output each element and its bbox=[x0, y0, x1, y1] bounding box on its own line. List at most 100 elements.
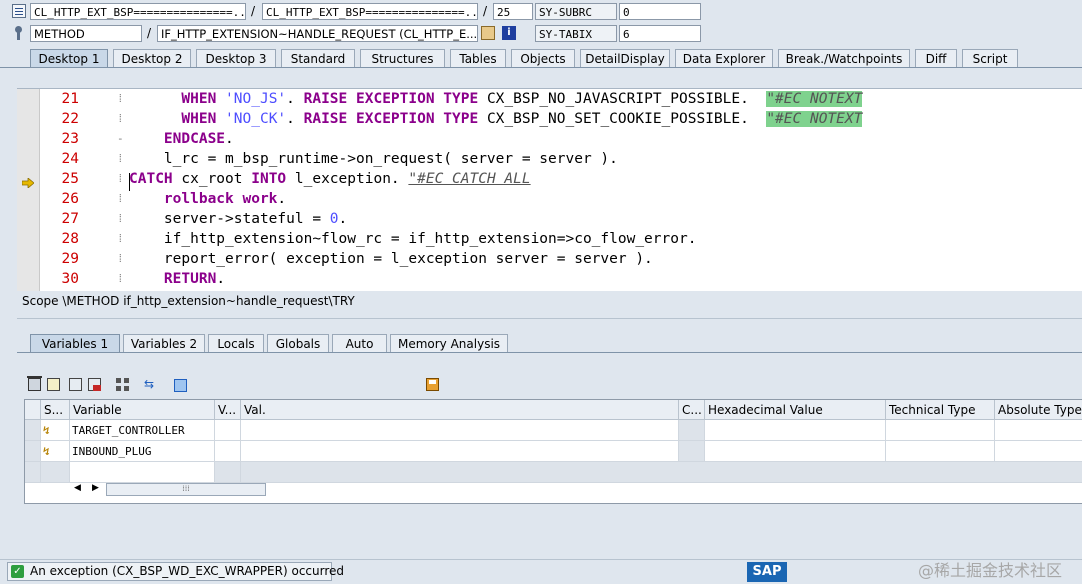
value-cell[interactable] bbox=[241, 441, 679, 462]
scroll-left-icon[interactable]: ◀ bbox=[74, 483, 81, 493]
tab-auto[interactable]: Auto bbox=[332, 334, 387, 352]
fold-marker[interactable]: ⁞ bbox=[117, 229, 125, 249]
code-line[interactable]: 24 ⁞ l_rc = m_bsp_runtime->on_request( se… bbox=[17, 149, 1082, 169]
column-header-variable[interactable]: Variable bbox=[70, 400, 215, 420]
delete-row-icon[interactable] bbox=[88, 378, 101, 391]
event-type-field[interactable]: METHOD bbox=[30, 25, 142, 42]
code-token: . bbox=[225, 131, 234, 147]
code-text: RETURN. bbox=[129, 269, 225, 289]
sy-tabix-value[interactable]: 6 bbox=[619, 25, 701, 42]
tab-breakpoints[interactable]: Break./Watchpoints bbox=[778, 49, 910, 67]
fold-marker[interactable]: ⁞ bbox=[117, 209, 125, 229]
status-message[interactable]: ✓ An exception (CX_BSP_WD_EXC_WRAPPER) o… bbox=[7, 562, 344, 581]
code-token: "#EC NOTEXT bbox=[766, 91, 863, 107]
horizontal-scrollbar[interactable]: ◀ ▶ ⁞⁞⁞ bbox=[70, 483, 266, 499]
scroll-right-icon[interactable]: ▶ bbox=[92, 483, 99, 493]
save-icon[interactable] bbox=[426, 378, 439, 391]
tab-desktop-3[interactable]: Desktop 3 bbox=[196, 49, 276, 67]
variable-name-input[interactable]: TARGET_CONTROLLER bbox=[70, 420, 215, 441]
row-selector[interactable] bbox=[25, 420, 41, 441]
code-line[interactable]: 25 ⁞ CATCH cx_root INTO l_exception. "#EC … bbox=[17, 169, 1082, 189]
code-line[interactable]: 27 ⁞ server->stateful = 0. bbox=[17, 209, 1082, 229]
source-code-editor[interactable]: 21 ⁞ WHEN 'NO_JS'. RAISE EXCEPTION TYPE C… bbox=[17, 88, 1082, 291]
column-header-value[interactable]: Val. bbox=[241, 400, 679, 420]
column-header-c[interactable]: C... bbox=[679, 400, 705, 420]
fold-marker[interactable]: ⁞ bbox=[117, 189, 125, 209]
tab-structures[interactable]: Structures bbox=[360, 49, 445, 67]
fold-marker[interactable]: ⁞ bbox=[117, 249, 125, 269]
current-line-arrow-icon bbox=[21, 177, 35, 189]
method-icon bbox=[12, 26, 26, 40]
code-token: CX_BSP_NO_JAVASCRIPT_POSSIBLE. bbox=[486, 91, 767, 107]
navigate-arrows-icon[interactable]: ⇆ bbox=[144, 378, 157, 391]
fold-marker[interactable]: ⁞ bbox=[117, 89, 125, 109]
column-header-v[interactable]: V... bbox=[215, 400, 241, 420]
navigate-icon[interactable] bbox=[481, 26, 495, 40]
code-token: CATCH bbox=[129, 171, 182, 187]
folder-icon[interactable] bbox=[174, 379, 187, 392]
sy-subrc-label: SY-SUBRC bbox=[535, 3, 617, 20]
info-icon[interactable]: i bbox=[502, 26, 516, 40]
row-selector[interactable] bbox=[25, 462, 41, 483]
code-line[interactable]: 22 ⁞ WHEN 'NO_CK'. RAISE EXCEPTION TYPE C… bbox=[17, 109, 1082, 129]
fold-marker[interactable]: ⁞ bbox=[117, 149, 125, 169]
column-header-status[interactable]: S... bbox=[41, 400, 70, 420]
edit-row-icon[interactable] bbox=[69, 378, 82, 391]
tab-data-explorer[interactable]: Data Explorer bbox=[675, 49, 773, 67]
tab-desktop-1[interactable]: Desktop 1 bbox=[30, 49, 108, 67]
tab-globals[interactable]: Globals bbox=[267, 334, 329, 352]
main-program-field[interactable]: CL_HTTP_EXT_BSP===============... bbox=[30, 3, 246, 20]
v-cell bbox=[215, 441, 241, 462]
code-line[interactable]: 23 - ENDCASE. bbox=[17, 129, 1082, 149]
column-header-hex[interactable]: Hexadecimal Value bbox=[705, 400, 886, 420]
tab-diff[interactable]: Diff bbox=[915, 49, 957, 67]
tab-objects[interactable]: Objects bbox=[511, 49, 575, 67]
include-field[interactable]: CL_HTTP_EXT_BSP===============... bbox=[262, 3, 478, 20]
code-token: "#EC NOTEXT bbox=[766, 111, 863, 127]
hex-cell bbox=[705, 420, 886, 441]
row-selector[interactable] bbox=[25, 441, 41, 462]
value-cell[interactable] bbox=[241, 420, 679, 441]
line-number: 30 bbox=[61, 271, 79, 287]
hierarchy-icon[interactable] bbox=[116, 378, 129, 391]
status-text: An exception (CX_BSP_WD_EXC_WRAPPER) occ… bbox=[30, 564, 345, 578]
separator: / bbox=[483, 4, 488, 18]
variable-type-icon: ↯ bbox=[43, 424, 50, 437]
tab-memory-analysis[interactable]: Memory Analysis bbox=[390, 334, 508, 352]
variable-name-input[interactable] bbox=[70, 462, 215, 483]
code-token: WHEN bbox=[181, 111, 226, 127]
column-header-absolute-type[interactable]: Absolute Type bbox=[995, 400, 1082, 420]
tab-desktop-2[interactable]: Desktop 2 bbox=[113, 49, 191, 67]
separator: / bbox=[251, 4, 256, 18]
code-token: WHEN bbox=[181, 91, 226, 107]
tab-variables-2[interactable]: Variables 2 bbox=[123, 334, 205, 352]
event-name-field[interactable]: IF_HTTP_EXTENSION~HANDLE_REQUEST (CL_HTT… bbox=[157, 25, 478, 42]
sy-subrc-value[interactable]: 0 bbox=[619, 3, 701, 20]
code-token: ENDCASE bbox=[163, 131, 226, 147]
fold-marker[interactable]: ⁞ bbox=[117, 169, 125, 189]
fold-marker[interactable]: - bbox=[117, 129, 125, 149]
tab-detail-display[interactable]: DetailDisplay bbox=[580, 49, 670, 67]
fold-marker[interactable]: ⁞ bbox=[117, 109, 125, 129]
code-line[interactable]: 30 ⁞ RETURN. bbox=[17, 269, 1082, 289]
code-token: 'NO_JS' bbox=[225, 91, 287, 107]
code-line[interactable]: 28 ⁞ if_http_extension~flow_rc = if_http_… bbox=[17, 229, 1082, 249]
sy-tabix-label: SY-TABIX bbox=[535, 25, 617, 42]
column-header-technical-type[interactable]: Technical Type bbox=[886, 400, 995, 420]
code-line[interactable]: 21 ⁞ WHEN 'NO_JS'. RAISE EXCEPTION TYPE C… bbox=[17, 89, 1082, 109]
insert-row-icon[interactable] bbox=[47, 378, 60, 391]
tab-locals[interactable]: Locals bbox=[208, 334, 264, 352]
tab-script[interactable]: Script bbox=[962, 49, 1018, 67]
line-number-field[interactable]: 25 bbox=[493, 3, 533, 20]
code-line[interactable]: 26 ⁞ rollback work. bbox=[17, 189, 1082, 209]
line-number: 21 bbox=[61, 91, 79, 107]
fold-marker[interactable]: ⁞ bbox=[117, 269, 125, 289]
tab-tables[interactable]: Tables bbox=[450, 49, 506, 67]
variable-name-input[interactable]: INBOUND_PLUG bbox=[70, 441, 215, 462]
tab-standard[interactable]: Standard bbox=[281, 49, 355, 67]
sap-logo: SAP bbox=[747, 562, 787, 582]
scroll-thumb[interactable]: ⁞⁞⁞ bbox=[106, 483, 266, 496]
code-line[interactable]: 29 ⁞ report_error( exception = l_exceptio… bbox=[17, 249, 1082, 269]
tab-variables-1[interactable]: Variables 1 bbox=[30, 334, 120, 352]
delete-icon[interactable] bbox=[27, 376, 42, 391]
